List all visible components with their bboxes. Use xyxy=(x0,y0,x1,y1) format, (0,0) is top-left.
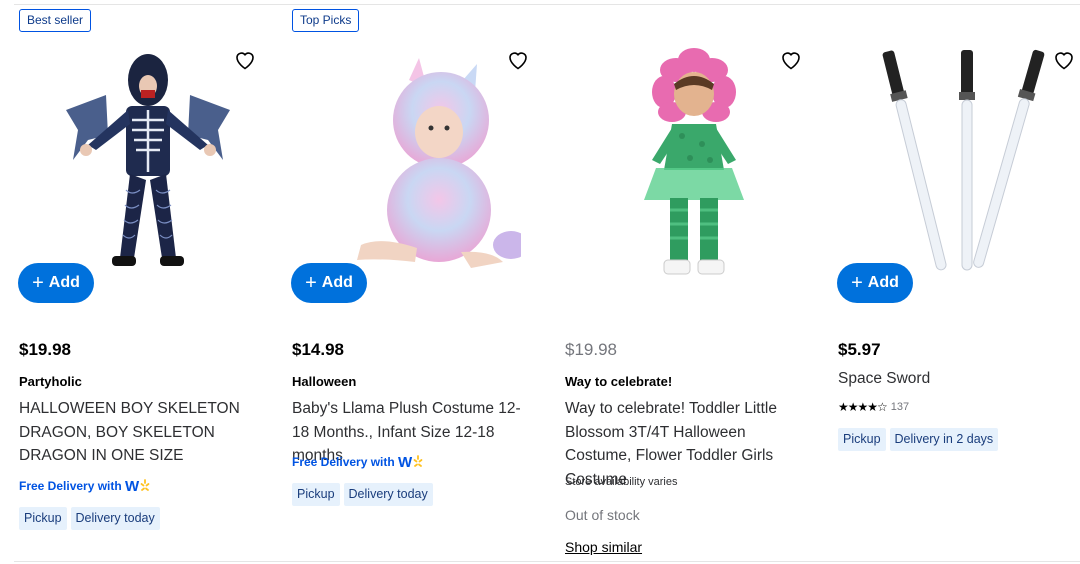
brand-name: Partyholic xyxy=(19,374,82,389)
product-card[interactable]: Best seller + Add $19.98 Partyholic HALL… xyxy=(18,0,280,564)
brand-name: Way to celebrate! xyxy=(565,374,673,389)
rating: ★★★★☆ 137 xyxy=(838,400,909,414)
bottom-divider xyxy=(14,561,1080,562)
plus-icon: + xyxy=(32,272,44,294)
pickup-chip: Pickup xyxy=(19,507,67,530)
add-to-cart-button[interactable]: + Add xyxy=(291,263,367,303)
product-card[interactable]: $19.98 Way to celebrate! Way to celebrat… xyxy=(564,0,826,564)
pickup-chip: Pickup xyxy=(292,483,340,506)
product-card[interactable]: + Add $5.97 Space Sword ★★★★☆ 137 Pickup… xyxy=(837,0,1080,564)
add-to-cart-button[interactable]: + Add xyxy=(837,263,913,303)
product-title[interactable]: HALLOWEEN BOY SKELETON DRAGON, BOY SKELE… xyxy=(19,397,259,468)
price: $14.98 xyxy=(292,340,344,359)
delivery-chip: Delivery in 2 days xyxy=(889,428,999,451)
product-image-llama-costume[interactable] xyxy=(321,40,521,285)
price: $19.98 xyxy=(19,340,71,359)
fulfillment-chips: Pickup Delivery in 2 days xyxy=(838,428,999,451)
product-image-skeleton-dragon[interactable] xyxy=(48,40,248,285)
add-to-cart-button[interactable]: + Add xyxy=(18,263,94,303)
product-card[interactable]: Top Picks + Add $14.98 Halloween Baby's … xyxy=(291,0,553,564)
brand-name: Halloween xyxy=(292,374,357,389)
svg-text:W: W xyxy=(125,478,140,495)
price: $19.98 xyxy=(565,340,617,359)
svg-text:W: W xyxy=(398,454,413,471)
walmart-plus-icon: W xyxy=(398,454,423,471)
stock-status: Out of stock xyxy=(565,507,640,523)
add-button-label: Add xyxy=(867,274,899,291)
shop-similar-link[interactable]: Shop similar xyxy=(565,539,642,555)
plus-icon: + xyxy=(305,272,317,294)
top-picks-badge: Top Picks xyxy=(292,9,360,32)
free-delivery-text: Free Delivery with xyxy=(292,455,395,469)
star-rating-icon: ★★★★☆ xyxy=(838,400,888,414)
free-delivery-label: Free Delivery with W xyxy=(292,453,424,471)
fulfillment-chips: Pickup Delivery today xyxy=(19,507,160,530)
walmart-plus-icon: W xyxy=(125,478,150,495)
free-delivery-label: Free Delivery with W xyxy=(19,477,151,495)
free-delivery-text: Free Delivery with xyxy=(19,479,122,493)
product-image-flower-costume[interactable] xyxy=(594,40,794,285)
add-button-label: Add xyxy=(48,274,80,291)
price: $5.97 xyxy=(838,340,881,359)
product-title[interactable]: Space Sword xyxy=(838,370,930,388)
pickup-chip: Pickup xyxy=(838,428,886,451)
review-count: 137 xyxy=(890,401,910,413)
add-button-label: Add xyxy=(321,274,353,291)
fulfillment-chips: Pickup Delivery today xyxy=(292,483,433,506)
delivery-chip: Delivery today xyxy=(70,507,160,530)
delivery-chip: Delivery today xyxy=(343,483,433,506)
store-availability-note: Store availability varies xyxy=(565,476,678,488)
product-image-space-swords[interactable] xyxy=(867,40,1067,285)
plus-icon: + xyxy=(851,272,863,294)
best-seller-badge: Best seller xyxy=(19,9,92,32)
